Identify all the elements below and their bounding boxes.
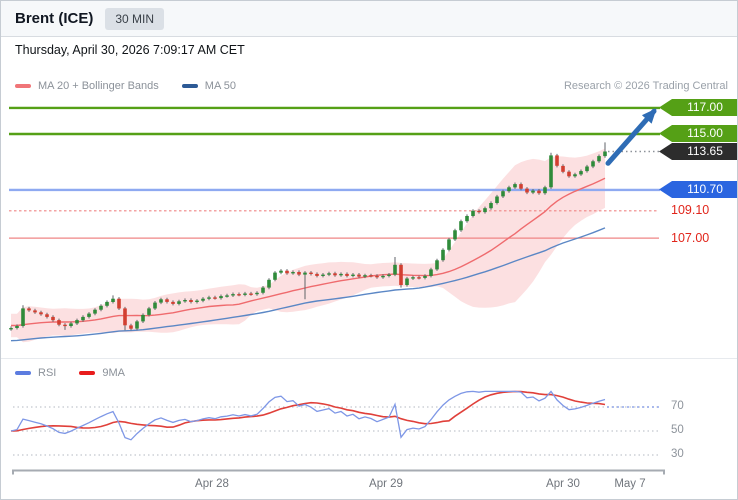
rsi-9ma-legend-label: 9MA — [102, 367, 125, 379]
x-axis-label-may7: May 7 — [614, 478, 646, 490]
rsi-swatch-icon — [15, 371, 31, 375]
price-label-resistance-117: 117.00 — [659, 99, 737, 116]
price-label-resistance-115: 115.00 — [659, 125, 737, 142]
page-title: Brent (ICE) — [15, 10, 94, 27]
research-watermark: Research © 2026 Trading Central — [563, 80, 728, 92]
main-chart-legend: MA 20 + Bollinger Bands MA 50 — [15, 80, 252, 92]
rsi-axis-label-30: 30 — [671, 448, 684, 460]
x-axis-label-apr29: Apr 29 — [369, 478, 403, 490]
x-axis-label-apr28: Apr 28 — [195, 478, 229, 490]
chart-datetime: Thursday, April 30, 2026 7:09:17 AM CET — [15, 43, 245, 57]
rsi-axis-label-70: 70 — [671, 400, 684, 412]
rsi-9ma-swatch-icon — [79, 371, 96, 375]
ma50-swatch-icon — [181, 84, 198, 88]
price-label-support-10910: 109.10 — [671, 203, 710, 217]
ma20-swatch-icon — [15, 84, 31, 88]
ma20-legend-label: MA 20 + Bollinger Bands — [38, 80, 159, 92]
rsi-axis-label-50: 50 — [671, 424, 684, 436]
price-label-pivot-11070: 110.70 — [659, 181, 737, 198]
header-bar: Brent (ICE) 30 MIN — [1, 1, 737, 37]
trading-central-chart-page: Brent (ICE) 30 MIN Thursday, April 30, 2… — [0, 0, 738, 500]
rsi-legend: RSI 9MA — [15, 367, 141, 379]
ma50-legend-label: MA 50 — [204, 80, 236, 92]
x-axis-label-apr30: Apr 30 — [546, 478, 580, 490]
rsi-legend-label: RSI — [38, 367, 57, 379]
panel-separator — [1, 358, 737, 359]
timeframe-badge[interactable]: 30 MIN — [105, 7, 165, 30]
price-label-support-10700: 107.00 — [671, 231, 710, 245]
price-label-last-11365: 113.65 — [659, 143, 737, 160]
chart-canvas[interactable] — [1, 1, 738, 500]
